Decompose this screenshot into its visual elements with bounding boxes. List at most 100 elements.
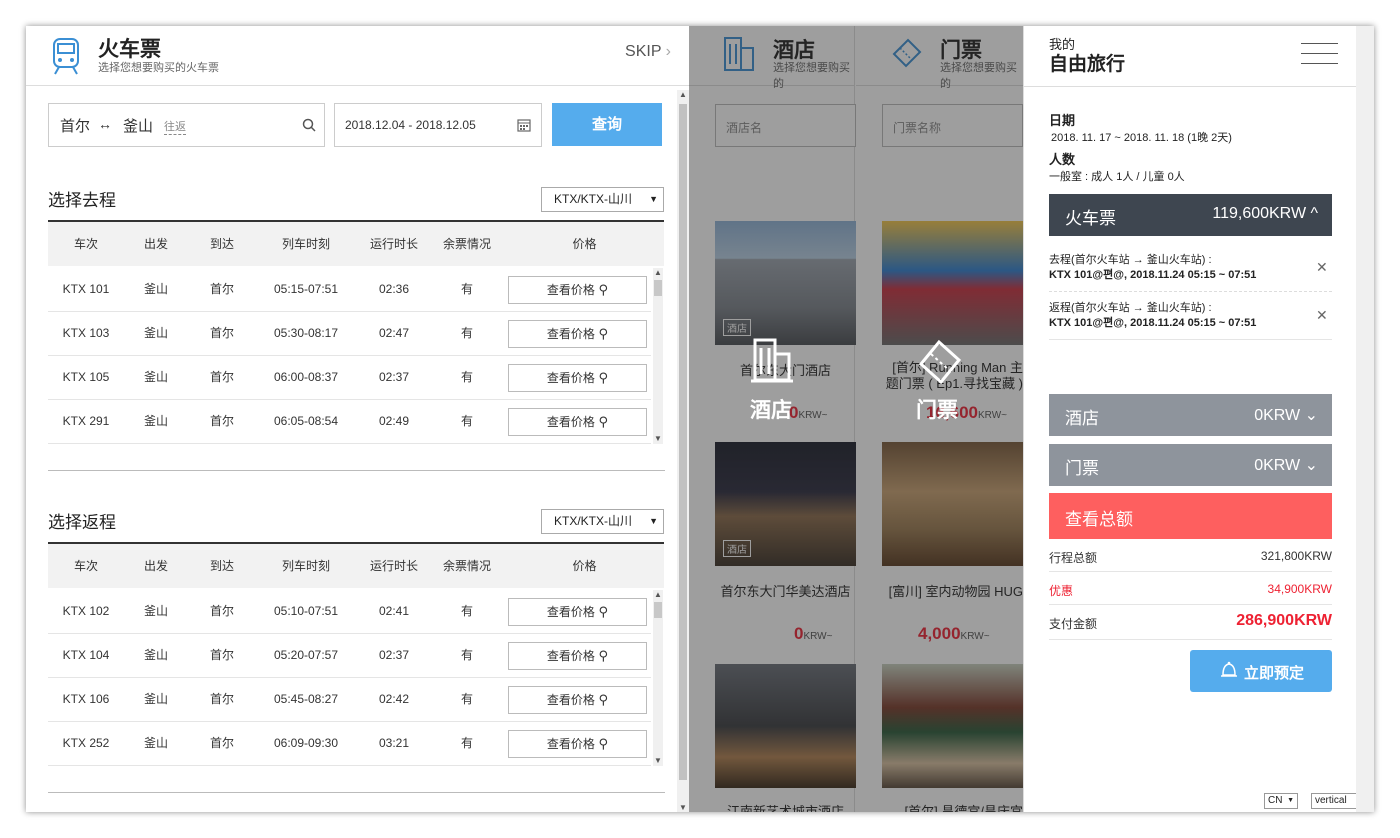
return-filter-value: KTX/KTX-山川 xyxy=(554,514,633,528)
train-number: KTX 104 xyxy=(62,648,110,662)
section-divider xyxy=(48,792,665,793)
col-time: 列车时刻 xyxy=(281,559,330,573)
calendar-icon[interactable] xyxy=(517,118,531,132)
discount-label: 优惠 xyxy=(1049,584,1074,598)
route-field[interactable]: 首尔 ↔ 釜山 往返 xyxy=(48,103,325,147)
return-item: 返程(首尔火车站 → 釜山火车站) : KTX 101@편@, 2018.11.… xyxy=(1049,301,1332,331)
language-select[interactable]: CN ▼ xyxy=(1264,793,1298,809)
train-summary-bar[interactable]: 火车票 119,600KRW ^ xyxy=(1049,194,1332,236)
arrive-station: 首尔 xyxy=(209,648,234,662)
return-item-detail: KTX 101@편@, 2018.11.24 05:15 ~ 07:51 xyxy=(1049,317,1257,329)
ticket-bar-label: 门票 xyxy=(1065,459,1099,478)
to-station: 釜山 xyxy=(123,118,154,135)
col-price: 价格 xyxy=(572,237,597,251)
table-row[interactable]: KTX 252 釜山 首尔 06:09-09:30 03:21 有 查看价格 ⚲ xyxy=(48,722,651,766)
col-duration: 运行时长 xyxy=(369,237,418,251)
summary-scrollbar[interactable] xyxy=(1356,26,1374,812)
services-overlay[interactable]: 酒店 门票 xyxy=(689,26,1023,812)
train-icon xyxy=(53,38,79,75)
view-price-button[interactable]: 查看价格 ⚲ xyxy=(508,686,647,714)
table-row[interactable]: KTX 102 釜山 首尔 05:10-07:51 02:41 有 查看价格 ⚲ xyxy=(48,590,651,634)
view-price-label: 查看价格 xyxy=(546,327,595,341)
view-price-button[interactable]: 查看价格 ⚲ xyxy=(508,320,647,348)
pay-label: 支付金额 xyxy=(1049,617,1098,631)
close-icon[interactable]: ✕ xyxy=(1316,307,1328,324)
hotel-summary-bar[interactable]: 酒店 0KRW ⌄ xyxy=(1049,394,1332,436)
people-value: 一般室 : 成人 1人 / 儿童 0人 xyxy=(1049,171,1185,183)
total-bar-label: 查看总额 xyxy=(1065,510,1133,529)
view-price-label: 查看价格 xyxy=(546,371,595,385)
table-row[interactable]: KTX 106 釜山 首尔 05:45-08:27 02:42 有 查看价格 ⚲ xyxy=(48,678,651,722)
view-price-button[interactable]: 查看价格 ⚲ xyxy=(508,730,647,758)
view-price-label: 查看价格 xyxy=(546,415,595,429)
outbound-scrollbar[interactable]: ▲ ▼ xyxy=(653,268,663,444)
menu-icon[interactable] xyxy=(1301,43,1338,65)
ticket-summary-bar[interactable]: 门票 0KRW ⌄ xyxy=(1049,444,1332,486)
arrive-station: 首尔 xyxy=(209,326,234,340)
outbound-train-filter[interactable]: KTX/KTX-山川 ▼ xyxy=(541,187,664,212)
view-price-button[interactable]: 查看价格 ⚲ xyxy=(508,642,647,670)
col-availability: 余票情况 xyxy=(442,559,491,573)
ticket-overlay-label[interactable]: 门票 xyxy=(916,394,958,424)
duration: 02:37 xyxy=(378,370,410,384)
availability: 有 xyxy=(460,326,473,340)
close-icon[interactable]: ✕ xyxy=(1316,259,1328,276)
return-item-route: 返程(首尔火车站 → 釜山火车站) : xyxy=(1049,302,1212,314)
train-subtitle: 选择您想要购买的火车票 xyxy=(98,62,219,74)
hotel-overlay-label[interactable]: 酒店 xyxy=(750,394,792,424)
view-price-button[interactable]: 查看价格 ⚲ xyxy=(508,408,647,436)
availability: 有 xyxy=(460,648,473,662)
view-price-button[interactable]: 查看价格 ⚲ xyxy=(508,276,647,304)
table-row[interactable]: KTX 105 釜山 首尔 06:00-08:37 02:37 有 查看价格 ⚲ xyxy=(48,356,651,400)
availability: 有 xyxy=(460,604,473,618)
ticket-icon xyxy=(918,339,962,384)
date-field[interactable]: 2018.12.04 - 2018.12.05 xyxy=(334,103,542,147)
search-icon[interactable] xyxy=(302,118,316,132)
summary-panel: 我的 自由旅行 日期 2018. 11. 17 ~ 2018. 11. 18 (… xyxy=(1023,26,1373,812)
panel-scrollbar[interactable]: ▲ ▼ xyxy=(677,90,689,812)
table-row[interactable]: KTX 291 釜山 首尔 06:05-08:54 02:49 有 查看价格 ⚲ xyxy=(48,400,651,444)
arrive-station: 首尔 xyxy=(209,604,234,618)
outbound-table-header: 车次 出发 到达 列车时刻 运行时长 余票情况 价格 xyxy=(48,220,664,266)
bell-icon xyxy=(1221,661,1237,677)
search-icon: ⚲ xyxy=(594,604,609,619)
view-price-button[interactable]: 查看价格 ⚲ xyxy=(508,598,647,626)
return-table-header: 车次 出发 到达 列车时刻 运行时长 余票情况 价格 xyxy=(48,542,664,588)
pay-value: 286,900KRW xyxy=(1236,612,1332,629)
train-time: 05:45-08:27 xyxy=(273,692,339,706)
building-icon xyxy=(751,338,793,383)
train-time: 06:00-08:37 xyxy=(273,370,339,384)
view-price-button[interactable]: 查看价格 ⚲ xyxy=(508,364,647,392)
search-button[interactable]: 查询 xyxy=(552,103,662,146)
train-number: KTX 101 xyxy=(62,282,110,296)
total-summary-bar[interactable]: 查看总额 xyxy=(1049,493,1332,539)
return-train-filter[interactable]: KTX/KTX-山川 ▼ xyxy=(541,509,664,534)
trip-type[interactable]: 往返 xyxy=(164,118,186,135)
book-label: 立即预定 xyxy=(1244,665,1305,682)
depart-station: 釜山 xyxy=(143,692,168,706)
date-label: 日期 xyxy=(1049,113,1076,128)
train-header: 火车票 选择您想要购买的火车票 SKIP › xyxy=(26,26,689,86)
arrive-station: 首尔 xyxy=(209,736,234,750)
skip-button[interactable]: SKIP › xyxy=(625,43,671,61)
outbound-item-route: 去程(首尔火车站 → 釜山火车站) : xyxy=(1049,254,1212,266)
view-price-label: 查看价格 xyxy=(546,649,595,663)
arrive-station: 首尔 xyxy=(209,692,234,706)
layout-value: vertical xyxy=(1315,795,1347,806)
return-scrollbar[interactable]: ▲ ▼ xyxy=(653,590,663,766)
swap-icon[interactable]: ↔ xyxy=(98,116,112,132)
table-row[interactable]: KTX 103 釜山 首尔 05:30-08:17 02:47 有 查看价格 ⚲ xyxy=(48,312,651,356)
language-value: CN xyxy=(1268,795,1283,806)
col-depart: 出发 xyxy=(143,237,168,251)
search-icon: ⚲ xyxy=(594,692,609,707)
col-time: 列车时刻 xyxy=(281,237,330,251)
book-button[interactable]: 立即预定 xyxy=(1190,650,1332,692)
outbound-title: 选择去程 xyxy=(48,191,116,210)
train-number: KTX 103 xyxy=(62,326,110,340)
table-row[interactable]: KTX 101 釜山 首尔 05:15-07:51 02:36 有 查看价格 ⚲ xyxy=(48,268,651,312)
return-title: 选择返程 xyxy=(48,513,116,532)
search-icon: ⚲ xyxy=(594,326,609,341)
train-time: 05:15-07:51 xyxy=(273,282,339,296)
table-row[interactable]: KTX 104 釜山 首尔 05:20-07:57 02:37 有 查看价格 ⚲ xyxy=(48,634,651,678)
arrive-station: 首尔 xyxy=(209,370,234,384)
